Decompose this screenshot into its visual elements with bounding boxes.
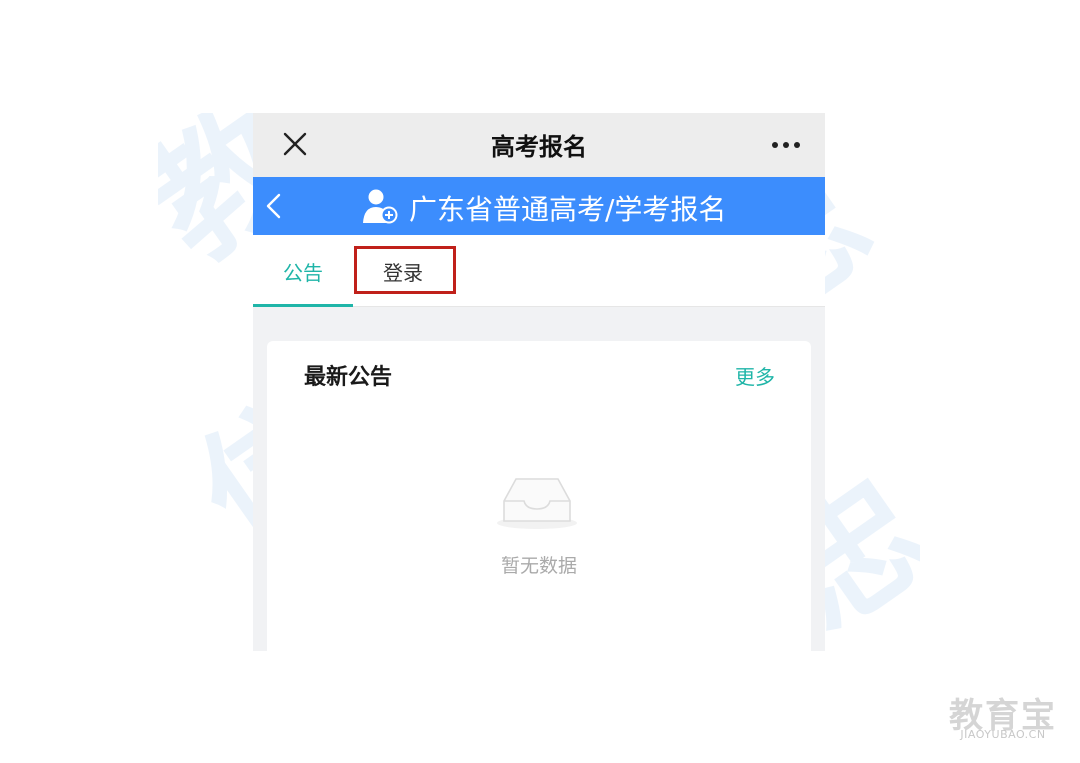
app-header: 广东省普通高考/学考报名 <box>253 177 825 235</box>
notice-card-title: 最新公告 <box>304 365 393 390</box>
notice-card: 最新公告 更多 暂无数据 <box>267 341 811 651</box>
wechat-title: 高考报名 <box>491 133 587 161</box>
empty-state-text: 暂无数据 <box>500 555 577 577</box>
more-icon[interactable] <box>771 141 801 149</box>
active-tab-indicator <box>253 304 353 307</box>
wechat-title-bar: 高考报名 <box>253 113 825 177</box>
brand-url: JIAOYUBAO.CN <box>960 728 1046 741</box>
tab-bar: 公告 登录 <box>253 235 825 307</box>
user-add-icon <box>363 189 398 224</box>
more-link[interactable]: 更多 <box>735 361 775 390</box>
phone-screen: 高考报名 广东省普通高考/学考报名 公告 登录 最新公告 更多 暂无数据 <box>253 113 825 651</box>
tab-notice[interactable]: 公告 <box>283 257 323 286</box>
inbox-icon <box>497 478 577 529</box>
login-highlight-box <box>354 246 456 294</box>
back-icon[interactable] <box>263 191 285 221</box>
app-title: 广东省普通高考/学考报名 <box>409 193 727 226</box>
brand-logo: 教育宝 JIAOYUBAO.CN <box>946 688 1060 744</box>
